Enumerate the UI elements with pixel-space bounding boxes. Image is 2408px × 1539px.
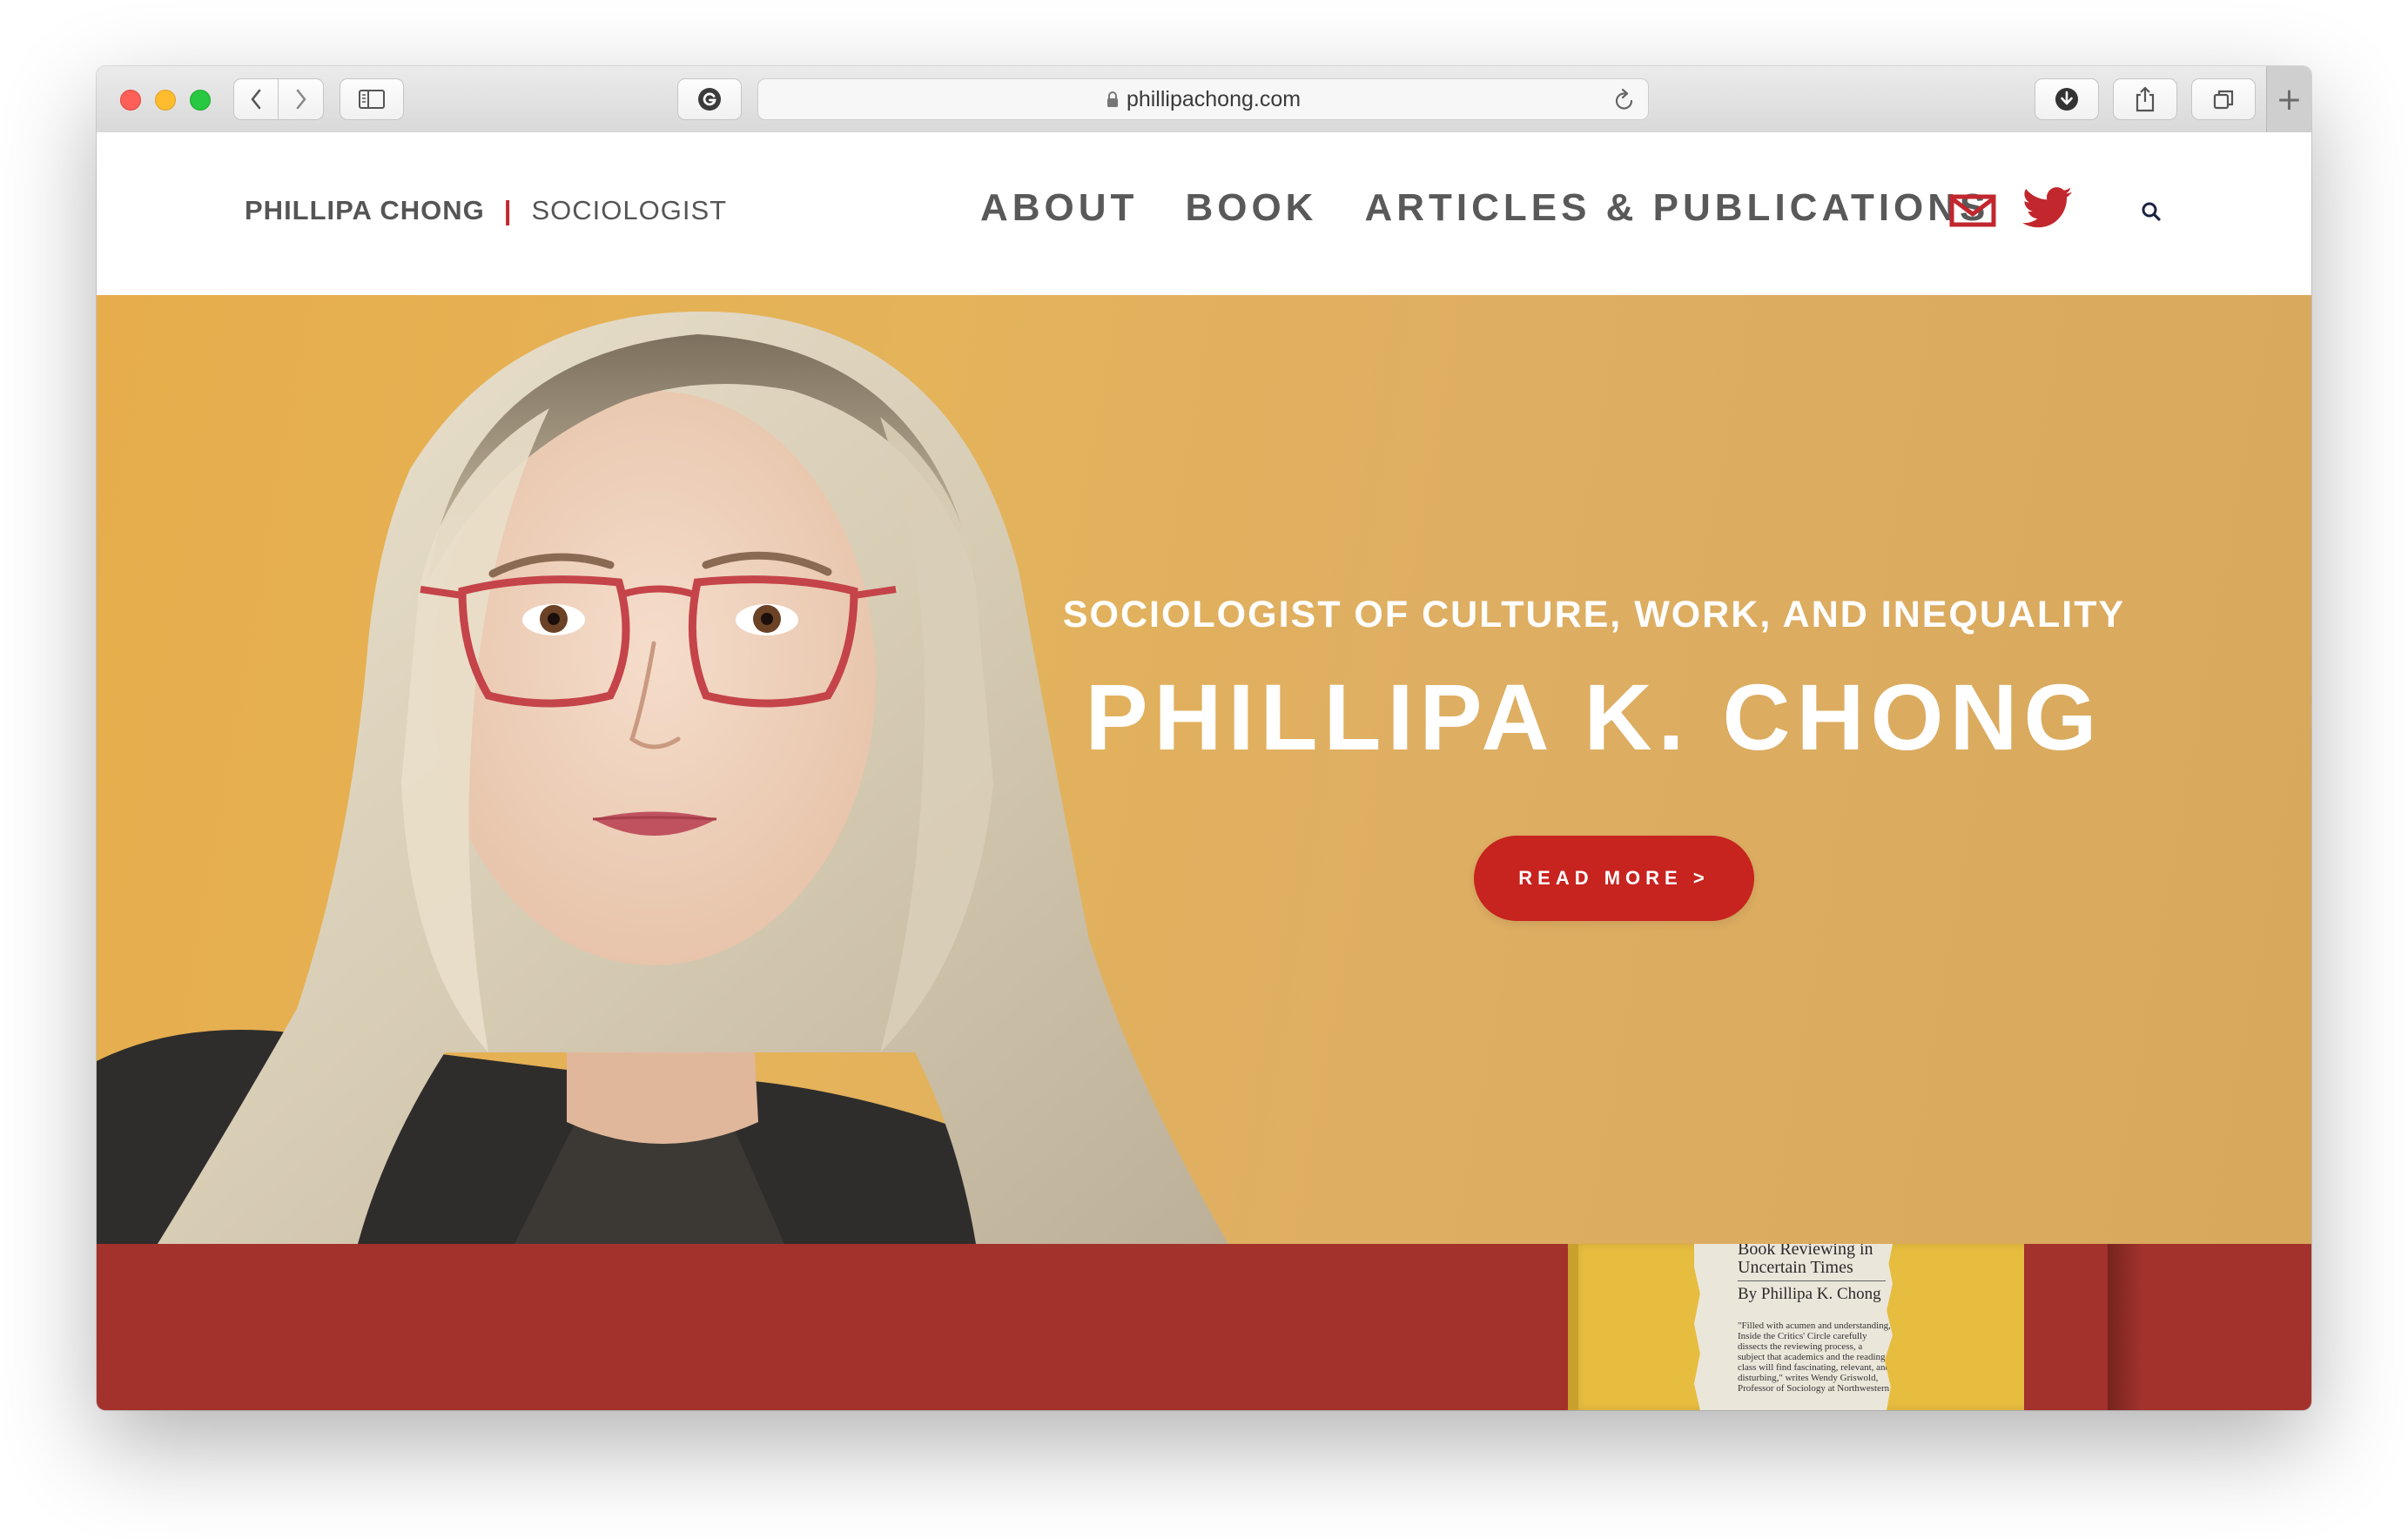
downloads-button[interactable]: [2035, 78, 2099, 120]
grammarly-icon: [698, 88, 721, 111]
brand-role: SOCIOLOGIST: [531, 195, 728, 225]
browser-window: phillipachong.com + PHILLIPA CHONG | SOC…: [97, 66, 2311, 1410]
tab-overview-button[interactable]: [2191, 78, 2256, 120]
brand-separator: |: [503, 195, 513, 225]
new-tab-button[interactable]: +: [2266, 66, 2311, 132]
share-button[interactable]: [2113, 78, 2177, 120]
clipping-byline: By Phillipa K. Chong: [1738, 1285, 1881, 1303]
book-cover[interactable]: Book Reviewing in Uncertain Times By Phi…: [1568, 1244, 2024, 1410]
chevron-right-icon: [296, 89, 306, 110]
forward-button[interactable]: [279, 78, 324, 120]
main-navigation: ABOUT BOOK ARTICLES & PUBLICATIONS: [980, 186, 1989, 230]
reload-icon[interactable]: [1613, 88, 1636, 118]
lock-icon: [1106, 91, 1120, 108]
clipping-headline: Book Reviewing in Uncertain Times: [1738, 1244, 1873, 1277]
extension-button[interactable]: [677, 78, 742, 120]
newspaper-clipping: Book Reviewing in Uncertain Times By Phi…: [1694, 1244, 1893, 1410]
read-more-button[interactable]: READ MORE >: [1474, 836, 1754, 921]
site-header: PHILLIPA CHONG | SOCIOLOGIST ABOUT BOOK …: [97, 132, 2311, 295]
nav-item-articles-publications[interactable]: ARTICLES & PUBLICATIONS: [1364, 186, 1989, 230]
clipping-blurb: "Filled with acumen and understanding, I…: [1738, 1321, 1891, 1394]
nav-item-book[interactable]: BOOK: [1185, 186, 1317, 230]
browser-toolbar: phillipachong.com +: [97, 66, 2311, 133]
zoom-window-button[interactable]: [190, 90, 211, 111]
hero-subtitle: SOCIOLOGIST OF CULTURE, WORK, AND INEQUA…: [1062, 594, 2126, 635]
url-text: phillipachong.com: [1126, 86, 1302, 111]
download-icon: [2055, 88, 2078, 111]
book-shadow: [2108, 1244, 2142, 1410]
search-icon[interactable]: [2141, 201, 2162, 226]
nav-item-about[interactable]: ABOUT: [980, 186, 1138, 230]
sidebar-toggle-button[interactable]: [340, 78, 404, 120]
sidebar-icon: [359, 90, 385, 109]
clipping-rule: [1738, 1280, 1886, 1281]
address-bar[interactable]: phillipachong.com: [757, 78, 1649, 120]
site-brand[interactable]: PHILLIPA CHONG | SOCIOLOGIST: [245, 195, 727, 226]
featured-book-band: Book Reviewing in Uncertain Times By Phi…: [97, 1244, 2311, 1410]
book-spine: [1568, 1244, 1578, 1410]
share-icon: [2136, 86, 2155, 112]
twitter-icon[interactable]: [2022, 186, 2073, 234]
tabs-icon: [2213, 90, 2234, 110]
chevron-left-icon: [251, 89, 261, 110]
close-window-button[interactable]: [120, 90, 141, 111]
brand-name: PHILLIPA CHONG: [245, 195, 485, 225]
mail-icon[interactable]: [1949, 193, 1996, 232]
hero-section: SOCIOLOGIST OF CULTURE, WORK, AND INEQUA…: [97, 295, 2311, 1244]
back-button[interactable]: [233, 78, 279, 120]
history-navigation: [233, 78, 324, 120]
hero-title: PHILLIPA K. CHONG: [1085, 664, 2103, 770]
minimize-window-button[interactable]: [155, 90, 176, 111]
